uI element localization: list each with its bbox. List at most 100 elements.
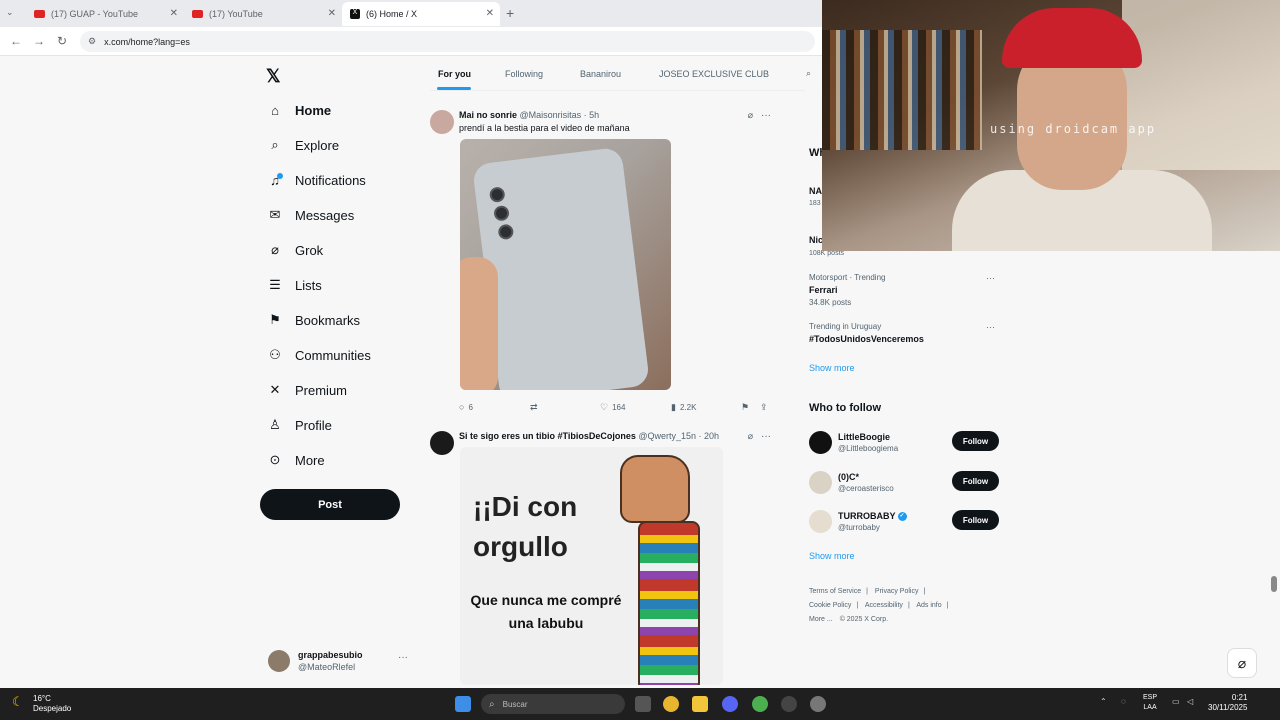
scrollbar-thumb[interactable] [1271,576,1277,592]
tab-title: (6) Home / X [366,9,418,19]
trend-name[interactable]: Nic [809,235,823,245]
nav-profile[interactable]: ♙ Profile [267,413,332,437]
system-clock[interactable]: 0:21 30/11/2025 [1208,693,1247,713]
forward-icon[interactable]: → [33,34,45,48]
privacy-link[interactable]: Privacy Policy [875,588,919,595]
more-link[interactable]: More ... [809,616,833,623]
cookie-link[interactable]: Cookie Policy [809,602,851,609]
bookmark-button[interactable]: ⚑ [741,402,753,413]
close-tab-icon[interactable]: ✕ [170,8,178,19]
site-info-icon[interactable]: ⚙ [88,36,96,47]
browser-tab[interactable]: (17) YouTube ✕ [184,2,342,26]
show-more-follows-link[interactable]: Show more [809,551,855,561]
language-indicator[interactable]: ESP LAA [1143,693,1157,713]
tab-for-you[interactable]: For you [438,69,471,79]
accessibility-link[interactable]: Accessibility [865,602,903,609]
avatar[interactable] [430,110,454,134]
browser-tab[interactable]: (17) GUAP - YouTube ✕ [26,2,184,26]
chrome-profile-icon[interactable] [752,696,768,712]
browser-tab-active[interactable]: X (6) Home / X ✕ [342,2,500,26]
nav-communities[interactable]: ⚇ Communities [267,343,371,367]
tray-app-icon[interactable]: ◌ [1121,697,1126,706]
trend-name[interactable]: NA [809,186,822,196]
more-horizontal-icon[interactable]: ··· [761,431,771,442]
nav-notifications[interactable]: ♫ Notifications [267,168,366,192]
follow-suggestion[interactable]: TURROBABY ✓ @turrobaby Follow [809,509,999,535]
avatar[interactable] [809,510,832,533]
nav-home[interactable]: ⌂ Home [267,98,331,122]
terms-link[interactable]: Terms of Service [809,588,861,595]
nav-lists[interactable]: ☰ Lists [267,273,322,297]
taskbar-search[interactable]: ⌕ Buscar [481,694,625,714]
tweet-photo[interactable] [460,139,671,390]
youtube-icon [192,10,203,18]
ads-info-link[interactable]: Ads info [916,602,941,609]
follow-button[interactable]: Follow [952,510,999,530]
address-bar[interactable]: ⚙ x.com/home?lang=es [80,31,815,52]
nav-grok[interactable]: ⌀ Grok [267,238,323,262]
grok-icon[interactable]: ⌀ [748,431,753,442]
nav-explore[interactable]: ⌕ Explore [267,133,339,157]
copyright-text: © 2025 X Corp. [839,616,889,623]
nav-more[interactable]: ⊙ More [267,448,325,472]
more-horizontal-icon[interactable]: ··· [986,322,995,332]
task-view-icon[interactable] [635,696,651,712]
new-tab-icon[interactable]: + [506,5,514,21]
tweet[interactable]: Mai no sonrie @Maisonrisitas · 5h ⌀ ··· … [430,110,775,420]
nav-premium[interactable]: ✕ Premium [267,378,347,402]
reply-icon: ○ [459,402,465,412]
tweet-photo[interactable]: ¡¡Di con orgullo Que nunca me compré una… [460,447,723,685]
mail-icon: ✉ [269,207,281,222]
follow-suggestion[interactable]: LittleBoogie @Littleboogiema Follow [809,430,999,456]
avatar[interactable] [809,431,832,454]
post-button[interactable]: Post [260,489,400,520]
views-button[interactable]: ▮ 2.2K [671,402,696,413]
obs-icon[interactable] [781,696,797,712]
trend-category: Motorsport · Trending [809,273,886,282]
settings-icon[interactable] [810,696,826,712]
trend-name[interactable]: Ferrari [809,285,838,295]
tab-joseo-exclusive-club[interactable]: JOSEO EXCLUSIVE CLUB [659,69,769,79]
suggestion-handle: @ceroasterisco [838,484,894,493]
file-explorer-icon[interactable] [692,696,708,712]
tab-bananirou[interactable]: Bananirou [580,69,621,79]
close-tab-icon[interactable]: ✕ [486,8,494,19]
start-icon[interactable] [455,696,471,712]
tray-chevron-icon[interactable]: ⌃ [1100,697,1107,706]
show-more-trends-link[interactable]: Show more [809,363,855,373]
reply-button[interactable]: ○ 6 [459,402,473,412]
back-icon[interactable]: ← [10,34,22,48]
tweet-author[interactable]: Mai no sonrie @Maisonrisitas · 5h [459,110,599,120]
share-button[interactable]: ⇪ [760,402,772,413]
tab-list-dropdown-icon[interactable]: ⌄ [6,7,14,18]
more-horizontal-icon[interactable]: ··· [761,110,771,121]
search-icon[interactable]: ⌕ [806,68,811,79]
volume-icon[interactable]: ◁ [1187,697,1193,706]
more-horizontal-icon[interactable]: ··· [398,652,408,663]
follow-button[interactable]: Follow [952,471,999,491]
avatar[interactable] [430,431,454,455]
trend-name[interactable]: #TodosUnidosVenceremos [809,334,924,344]
follow-suggestion[interactable]: (0)C* @ceroasterisco Follow [809,470,999,496]
more-horizontal-icon[interactable]: ··· [986,273,995,283]
chrome-icon[interactable] [663,696,679,712]
like-button[interactable]: ♡ 164 [600,402,625,413]
nav-messages[interactable]: ✉ Messages [267,203,355,227]
grok-chat-icon[interactable]: ⌀ [1227,648,1257,678]
follow-button[interactable]: Follow [952,431,999,451]
reload-icon[interactable]: ↻ [57,34,67,48]
author-handle: @Maisonrisitas · 5h [519,110,600,120]
avatar[interactable] [809,471,832,494]
nav-bookmarks[interactable]: ⚑ Bookmarks [267,308,360,332]
tab-following[interactable]: Following [505,69,543,79]
network-icon[interactable]: ▭ [1172,697,1180,706]
x-logo-icon[interactable]: 𝕏 [266,66,281,87]
close-tab-icon[interactable]: ✕ [328,8,336,19]
tweet-author[interactable]: Si te sigo eres un tibio #TibiosDeCojone… [459,431,719,441]
tweet[interactable]: Si te sigo eres un tibio #TibiosDeCojone… [430,431,775,688]
nav-label: Bookmarks [295,312,361,328]
discord-icon[interactable] [722,696,738,712]
retweet-button[interactable]: ⇄ [530,402,542,413]
grok-icon[interactable]: ⌀ [748,110,753,121]
account-switcher[interactable]: grappabesubio @MateoRlefel ··· [268,648,410,678]
